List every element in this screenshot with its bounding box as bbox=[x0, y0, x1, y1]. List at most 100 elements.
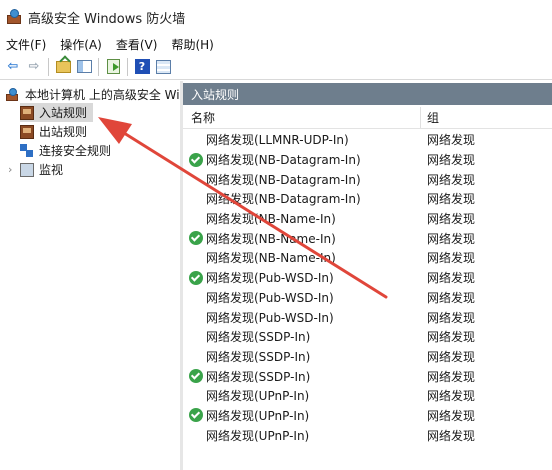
disabled-spacer bbox=[189, 428, 203, 442]
back-arrow-icon[interactable]: ⇦ bbox=[4, 58, 22, 76]
table-row[interactable]: 网络发现(NB-Name-In) 网络发现 bbox=[183, 248, 552, 268]
rule-name-cell: 网络发现(SSDP-In) bbox=[183, 368, 421, 385]
up-folder-button[interactable] bbox=[54, 58, 72, 76]
disabled-spacer bbox=[189, 172, 203, 186]
column-header-group[interactable]: 组 bbox=[421, 109, 439, 126]
rule-name-cell: 网络发现(LLMNR-UDP-In) bbox=[183, 131, 421, 148]
enabled-check-icon bbox=[189, 408, 203, 423]
rule-name-cell: 网络发现(UPnP-In) bbox=[183, 427, 421, 444]
column-header-row: 名称 组 bbox=[183, 107, 552, 129]
column-header-name[interactable]: 名称 bbox=[183, 107, 421, 128]
rule-name-cell: 网络发现(NB-Name-In) bbox=[183, 230, 421, 247]
rule-group: 网络发现 bbox=[427, 251, 476, 266]
rule-name-cell: 网络发现(SSDP-In) bbox=[183, 328, 421, 345]
table-row[interactable]: 网络发现(SSDP-In) 网络发现 bbox=[183, 347, 552, 367]
rule-name: 网络发现(NB-Name-In) bbox=[206, 251, 336, 266]
column-header-group-label: 组 bbox=[427, 111, 440, 125]
table-row[interactable]: 网络发现(NB-Datagram-In) 网络发现 bbox=[183, 189, 552, 209]
menu-file[interactable]: 文件(F) bbox=[6, 36, 46, 53]
menu-view[interactable]: 查看(V) bbox=[116, 36, 158, 53]
rule-name: 网络发现(UPnP-In) bbox=[206, 389, 310, 404]
rule-name-cell: 网络发现(NB-Name-In) bbox=[183, 249, 421, 266]
table-row[interactable]: 网络发现(UPnP-In) 网络发现 bbox=[183, 386, 552, 406]
tree-item-monitoring[interactable]: 监视 bbox=[20, 160, 63, 179]
inbound-rules-icon bbox=[20, 105, 34, 120]
up-folder-icon bbox=[55, 60, 71, 73]
section-title: 入站规则 bbox=[191, 87, 240, 102]
rule-name-cell: 网络发现(Pub-WSD-In) bbox=[183, 269, 421, 286]
table-row[interactable]: 网络发现(NB-Datagram-In) 网络发现 bbox=[183, 169, 552, 189]
table-row[interactable]: 网络发现(UPnP-In) 网络发现 bbox=[183, 425, 552, 445]
export-list-icon bbox=[106, 59, 120, 74]
rule-name-cell: 网络发现(Pub-WSD-In) bbox=[183, 309, 421, 326]
disabled-spacer bbox=[189, 212, 203, 226]
title-bar: 高级安全 Windows 防火墙 bbox=[0, 0, 552, 34]
tree-item-label: 监视 bbox=[39, 163, 64, 177]
rule-group: 网络发现 bbox=[427, 349, 476, 364]
rule-group: 网络发现 bbox=[427, 290, 476, 305]
rule-group: 网络发现 bbox=[427, 408, 476, 423]
rule-group: 网络发现 bbox=[427, 153, 476, 168]
tree-root-local-computer[interactable]: 本地计算机 上的高级安全 Wind bbox=[6, 85, 180, 104]
table-row[interactable]: 网络发现(NB-Name-In) 网络发现 bbox=[183, 209, 552, 229]
rule-name-cell: 网络发现(NB-Datagram-In) bbox=[183, 151, 421, 168]
menu-help[interactable]: 帮助(H) bbox=[171, 36, 213, 53]
table-row[interactable]: 网络发现(UPnP-In) 网络发现 bbox=[183, 406, 552, 426]
table-row[interactable]: 网络发现(LLMNR-UDP-In) 网络发现 bbox=[183, 130, 552, 150]
table-row[interactable]: 网络发现(SSDP-In) 网络发现 bbox=[183, 366, 552, 386]
outbound-rules-icon bbox=[20, 124, 34, 139]
tree-item-inbound-rules[interactable]: 入站规则 bbox=[20, 103, 94, 122]
rule-name-cell: 网络发现(UPnP-In) bbox=[183, 387, 421, 404]
tree-item-connection-security-rules[interactable]: 连接安全规则 bbox=[20, 141, 111, 160]
tree-item-outbound-rules[interactable]: 出站规则 bbox=[20, 122, 87, 141]
menu-action[interactable]: 操作(A) bbox=[60, 36, 102, 53]
disabled-spacer bbox=[189, 310, 203, 324]
table-row[interactable]: 网络发现(Pub-WSD-In) 网络发现 bbox=[183, 288, 552, 308]
rule-name-cell: 网络发现(UPnP-In) bbox=[183, 407, 421, 424]
rule-name-cell: 网络发现(NB-Datagram-In) bbox=[183, 171, 421, 188]
rule-group: 网络发现 bbox=[427, 369, 476, 384]
rule-name: 网络发现(NB-Datagram-In) bbox=[206, 153, 361, 168]
disabled-spacer bbox=[189, 349, 203, 363]
rule-name: 网络发现(UPnP-In) bbox=[206, 408, 310, 423]
help-button[interactable]: ? bbox=[133, 58, 151, 76]
table-row[interactable]: 网络发现(Pub-WSD-In) 网络发现 bbox=[183, 268, 552, 288]
rule-name: 网络发现(Pub-WSD-In) bbox=[206, 290, 334, 305]
rule-name: 网络发现(NB-Datagram-In) bbox=[206, 172, 361, 187]
rule-name-cell: 网络发现(SSDP-In) bbox=[183, 348, 421, 365]
properties-icon bbox=[155, 59, 171, 74]
rule-group: 网络发现 bbox=[427, 212, 476, 227]
table-row[interactable]: 网络发现(Pub-WSD-In) 网络发现 bbox=[183, 307, 552, 327]
rules-pane: 入站规则 名称 组 网络发现(LLMNR-UDP-In) 网络发现 网络发现(NB-… bbox=[183, 81, 552, 470]
tree-item-label: 入站规则 bbox=[39, 106, 88, 120]
table-row[interactable]: 网络发现(NB-Datagram-In) 网络发现 bbox=[183, 150, 552, 170]
enabled-check-icon bbox=[189, 369, 203, 384]
enabled-check-icon bbox=[189, 231, 203, 246]
tree-item-label: 出站规则 bbox=[39, 125, 88, 139]
properties-button[interactable] bbox=[154, 58, 172, 76]
disabled-spacer bbox=[189, 290, 203, 304]
disabled-spacer bbox=[189, 133, 203, 147]
table-row[interactable]: 网络发现(SSDP-In) 网络发现 bbox=[183, 327, 552, 347]
rule-group: 网络发现 bbox=[427, 271, 476, 286]
show-hide-pane-button[interactable] bbox=[75, 58, 93, 76]
table-row[interactable]: 网络发现(NB-Name-In) 网络发现 bbox=[183, 228, 552, 248]
rule-name: 网络发现(UPnP-In) bbox=[206, 428, 310, 443]
rule-name: 网络发现(NB-Datagram-In) bbox=[206, 192, 361, 207]
export-list-button[interactable] bbox=[104, 58, 122, 76]
rules-list: 网络发现(LLMNR-UDP-In) 网络发现 网络发现(NB-Datagram-I… bbox=[183, 130, 552, 445]
expand-chevron-icon[interactable]: › bbox=[8, 160, 16, 179]
disabled-spacer bbox=[189, 251, 203, 265]
disabled-spacer bbox=[189, 192, 203, 206]
connection-security-icon bbox=[20, 143, 34, 158]
tree-root-label: 本地计算机 上的高级安全 Wind bbox=[25, 88, 180, 102]
rule-name: 网络发现(Pub-WSD-In) bbox=[206, 271, 334, 286]
navigation-tree: 本地计算机 上的高级安全 Wind 入站规则 出站规则 连接安全规则 › 监视 bbox=[0, 81, 180, 470]
forward-arrow-icon[interactable]: ⇨ bbox=[25, 58, 43, 76]
rule-group: 网络发现 bbox=[427, 330, 476, 345]
tree-item-label: 连接安全规则 bbox=[39, 144, 112, 158]
rule-group: 网络发现 bbox=[427, 428, 476, 443]
toolbar: ⇦ ⇨ ? bbox=[0, 54, 552, 80]
rule-name: 网络发现(Pub-WSD-In) bbox=[206, 310, 334, 325]
monitor-icon bbox=[20, 162, 34, 177]
